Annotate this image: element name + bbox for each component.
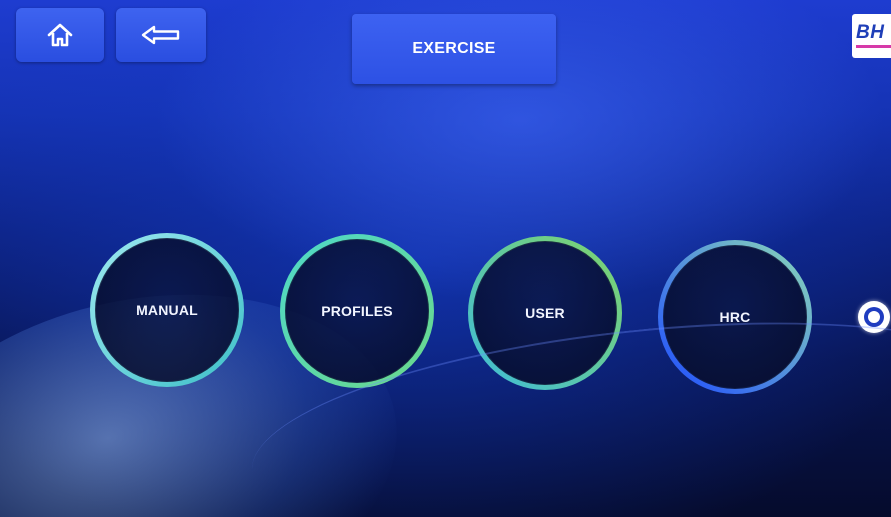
tab-exercise-label: EXERCISE	[412, 40, 496, 57]
mode-manual-label: MANUAL	[136, 302, 198, 318]
mode-manual-button[interactable]: MANUAL	[88, 231, 246, 389]
brand-logo: BH	[852, 14, 891, 58]
tab-exercise[interactable]: EXERCISE	[352, 14, 556, 84]
exercise-screen: EXERCISE BH MANUAL PROFILES USER HRC	[0, 0, 891, 517]
home-button[interactable]	[16, 8, 104, 62]
brand-logo-text: BH	[856, 22, 885, 43]
mode-hrc-label: HRC	[719, 309, 751, 325]
mode-profiles-label: PROFILES	[321, 303, 393, 319]
mode-profiles-button[interactable]: PROFILES	[278, 232, 436, 390]
mode-user-label: USER	[525, 305, 565, 321]
mode-user-button[interactable]: USER	[466, 234, 624, 392]
home-icon	[47, 23, 73, 47]
arrow-left-icon	[141, 25, 180, 45]
mode-hrc-button[interactable]: HRC	[656, 238, 814, 396]
back-button[interactable]	[116, 8, 206, 62]
page-indicator-dot[interactable]	[858, 301, 890, 333]
brand-logo-underline	[856, 45, 891, 48]
